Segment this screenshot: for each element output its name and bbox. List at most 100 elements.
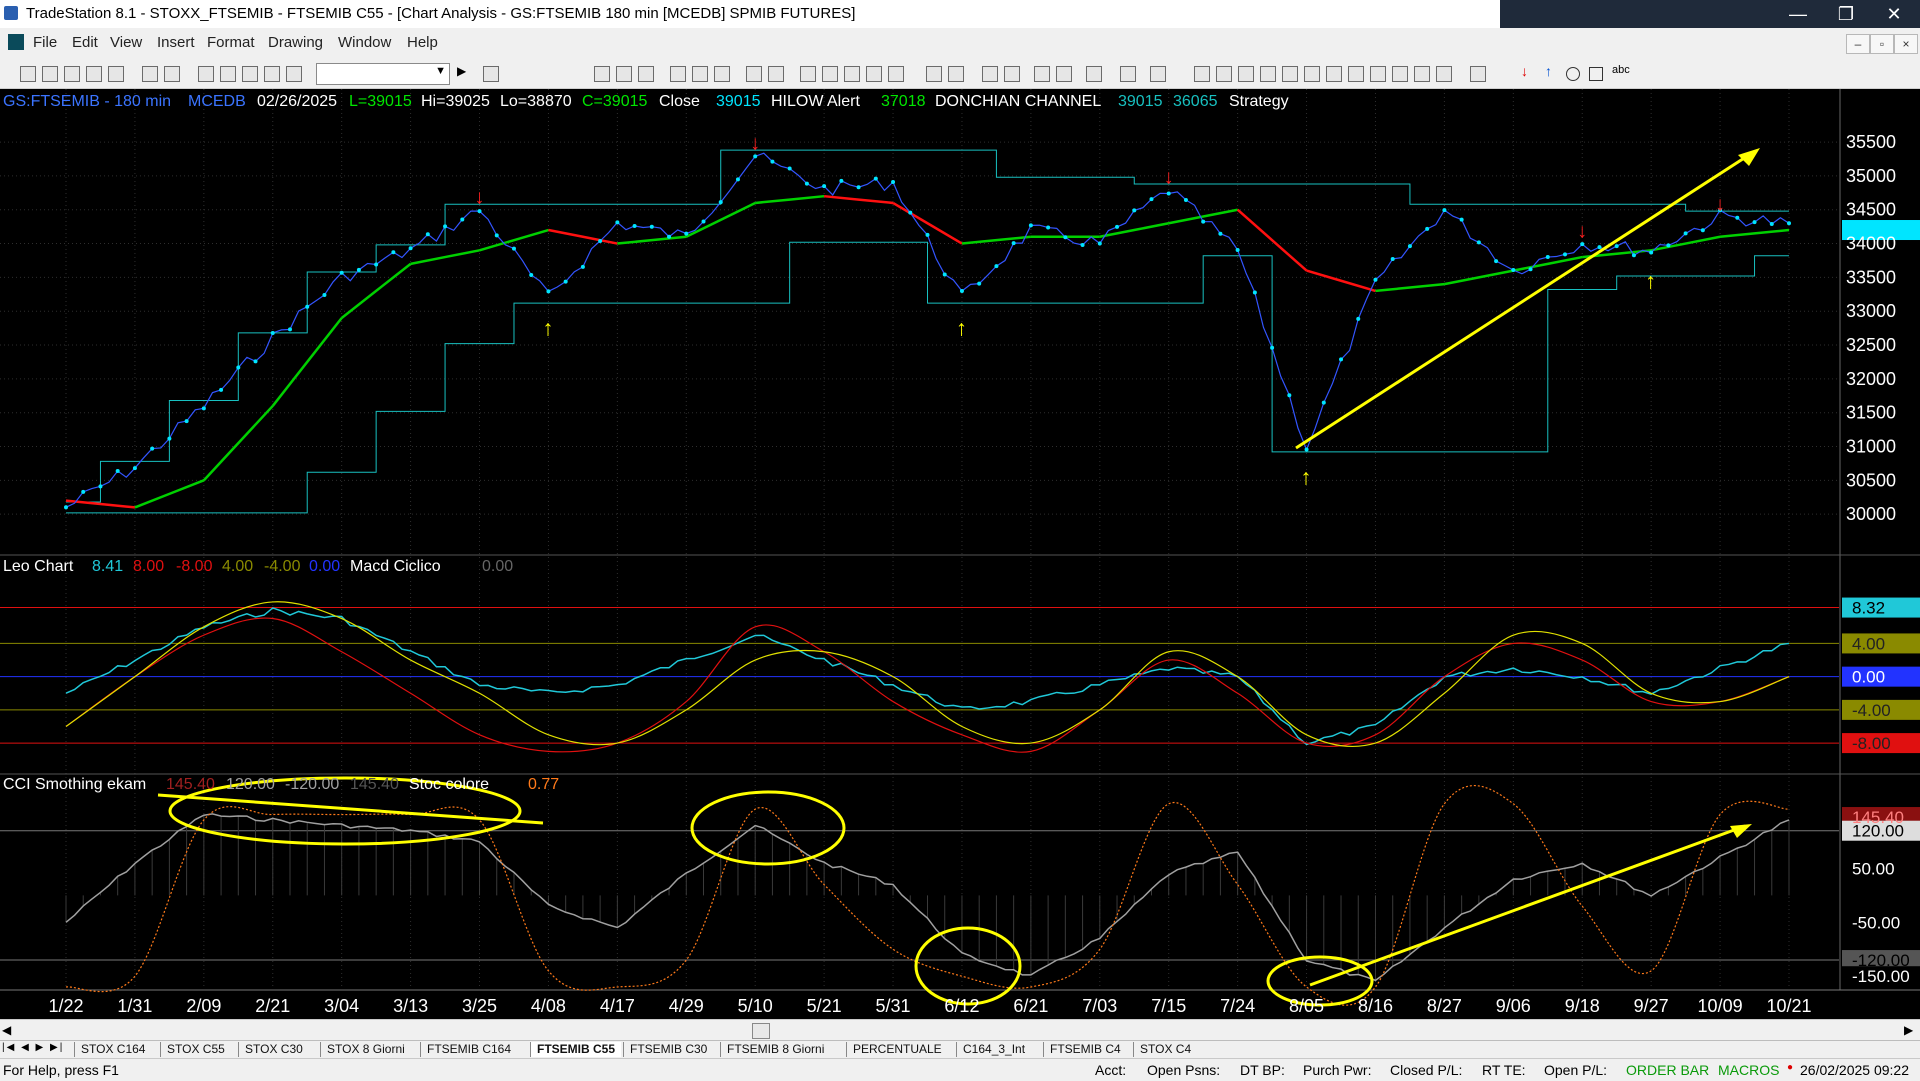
arrow-right-icon[interactable]: ▶ bbox=[457, 64, 466, 78]
hlines-icon[interactable] bbox=[1216, 66, 1232, 82]
hline-icon[interactable] bbox=[1392, 66, 1408, 82]
tab-percentuale[interactable]: PERCENTUALE bbox=[846, 1042, 948, 1057]
channel-icon[interactable] bbox=[1260, 66, 1276, 82]
menu-insert[interactable]: Insert bbox=[157, 34, 195, 51]
paste-icon[interactable] bbox=[86, 66, 102, 82]
lock-icon[interactable] bbox=[242, 66, 258, 82]
toolbar: ▼ ▶ ↓ ↑ abc bbox=[0, 58, 1920, 89]
arrow-up-blue-icon[interactable]: ↑ bbox=[1545, 63, 1552, 79]
menu-view[interactable]: View bbox=[110, 34, 142, 51]
tab-ftsemib-c55[interactable]: FTSEMIB C55 bbox=[530, 1042, 622, 1057]
scanner-icon[interactable] bbox=[866, 66, 882, 82]
rectangle-icon[interactable] bbox=[1589, 67, 1603, 81]
price-point bbox=[598, 238, 603, 243]
price-point bbox=[1304, 447, 1309, 452]
menu-window[interactable]: Window bbox=[338, 34, 391, 51]
hammer-icon[interactable] bbox=[1086, 66, 1102, 82]
pencil-icon[interactable] bbox=[1436, 66, 1452, 82]
fib-icon[interactable] bbox=[1238, 66, 1254, 82]
price-axis-label: 34000 bbox=[1846, 234, 1896, 254]
grid-icon[interactable] bbox=[1150, 66, 1166, 82]
arc-icon[interactable] bbox=[1414, 66, 1430, 82]
status-help: For Help, press F1 bbox=[3, 1062, 119, 1078]
price-point bbox=[494, 233, 499, 238]
mdi-close-button[interactable]: × bbox=[1894, 34, 1918, 54]
arrow-icon[interactable] bbox=[1470, 66, 1486, 82]
tab-stox-c30[interactable]: STOX C30 bbox=[238, 1042, 309, 1057]
find-icon[interactable] bbox=[483, 66, 499, 82]
window-icon[interactable] bbox=[198, 66, 214, 82]
minimize-button[interactable]: — bbox=[1776, 0, 1820, 28]
matrix-icon[interactable] bbox=[844, 66, 860, 82]
new-icon[interactable] bbox=[20, 66, 36, 82]
bars-icon[interactable] bbox=[746, 66, 762, 82]
indicator-icon[interactable] bbox=[692, 66, 708, 82]
tab-stox-c4[interactable]: STOX C4 bbox=[1133, 1042, 1197, 1057]
open-icon[interactable] bbox=[42, 66, 58, 82]
print-preview-icon[interactable] bbox=[164, 66, 180, 82]
scroll-left-arrow-icon[interactable]: ◀ bbox=[2, 1023, 11, 1037]
price-point bbox=[891, 180, 896, 185]
menu-drawing[interactable]: Drawing bbox=[268, 34, 323, 51]
tools-icon[interactable] bbox=[264, 66, 280, 82]
mdi-minimize-button[interactable]: – bbox=[1846, 34, 1870, 54]
scroll-left-icon[interactable] bbox=[926, 66, 942, 82]
tab-stox-8-giorni[interactable]: STOX 8 Giorni bbox=[320, 1042, 411, 1057]
format-icon[interactable] bbox=[638, 66, 654, 82]
chart-area[interactable]: ↑ ↑ ↑ ↑ ↓ ↓ ↓ ↓ ↓ GS:FTSEMIB - 180 min MCEDB 02/… bbox=[0, 89, 1920, 1019]
cross-icon[interactable] bbox=[1056, 66, 1072, 82]
text-tool[interactable]: abc bbox=[1612, 64, 1630, 76]
mdi-restore-button[interactable]: ▫ bbox=[1870, 34, 1894, 54]
price-point bbox=[1735, 215, 1740, 220]
menu-file[interactable]: File bbox=[33, 34, 57, 51]
status-order-bar[interactable]: ORDER BAR bbox=[1626, 1062, 1709, 1078]
menu-edit[interactable]: Edit bbox=[72, 34, 98, 51]
close-button[interactable]: ✕ bbox=[1872, 0, 1916, 28]
tab-nav-icons[interactable]: |◀ ◀ ▶ ▶| bbox=[2, 1042, 64, 1053]
window2-icon[interactable] bbox=[220, 66, 236, 82]
scroll-right-icon[interactable] bbox=[948, 66, 964, 82]
vline-icon[interactable] bbox=[1326, 66, 1342, 82]
price-point bbox=[959, 289, 964, 294]
scroll-thumb[interactable] bbox=[752, 1023, 770, 1039]
tab-stox-c164[interactable]: STOX C164 bbox=[74, 1042, 151, 1057]
pointer-icon[interactable] bbox=[1034, 66, 1050, 82]
speed-lines-icon[interactable] bbox=[1304, 66, 1320, 82]
menu-help[interactable]: Help bbox=[407, 34, 438, 51]
horizontal-scrollbar[interactable]: ◀ ▶ bbox=[0, 1019, 1920, 1041]
arrow-down-red-icon[interactable]: ↓ bbox=[1521, 63, 1528, 79]
status-macros[interactable]: MACROS bbox=[1718, 1062, 1779, 1078]
tab-ftsemib-8-giorni[interactable]: FTSEMIB 8 Giorni bbox=[720, 1042, 830, 1057]
zoom-out-icon[interactable] bbox=[1004, 66, 1020, 82]
price-point bbox=[1218, 231, 1223, 236]
trendline-icon[interactable] bbox=[1194, 66, 1210, 82]
tab-ftsemib-c4[interactable]: FTSEMIB C4 bbox=[1043, 1042, 1127, 1057]
insert-window-icon[interactable] bbox=[616, 66, 632, 82]
ellipse-icon[interactable] bbox=[1566, 67, 1580, 81]
insert-chart-icon[interactable] bbox=[594, 66, 610, 82]
candles-icon[interactable] bbox=[768, 66, 784, 82]
radar-icon[interactable] bbox=[822, 66, 838, 82]
symbol-combobox[interactable]: ▼ bbox=[316, 63, 450, 85]
print-icon[interactable] bbox=[142, 66, 158, 82]
folder-icon[interactable] bbox=[108, 66, 124, 82]
tab-stox-c55[interactable]: STOX C55 bbox=[160, 1042, 231, 1057]
data-icon[interactable] bbox=[800, 66, 816, 82]
zoom-in-icon[interactable] bbox=[982, 66, 998, 82]
tab-c164-3-int[interactable]: C164_3_Int bbox=[956, 1042, 1031, 1057]
price-point bbox=[167, 436, 172, 441]
parallel-icon[interactable] bbox=[1370, 66, 1386, 82]
scroll-right-arrow-icon[interactable]: ▶ bbox=[1904, 1023, 1913, 1037]
gann-icon[interactable] bbox=[1282, 66, 1298, 82]
copy-icon[interactable] bbox=[64, 66, 80, 82]
menu-format[interactable]: Format bbox=[207, 34, 255, 51]
maximize-button[interactable]: ❐ bbox=[1824, 0, 1868, 28]
strategy-icon[interactable] bbox=[714, 66, 730, 82]
options-icon[interactable] bbox=[888, 66, 904, 82]
wave-icon[interactable] bbox=[670, 66, 686, 82]
window-arrange-icon[interactable] bbox=[1120, 66, 1136, 82]
globe-icon[interactable] bbox=[286, 66, 302, 82]
tab-ftsemib-c164[interactable]: FTSEMIB C164 bbox=[420, 1042, 517, 1057]
tab-ftsemib-c30[interactable]: FTSEMIB C30 bbox=[623, 1042, 713, 1057]
angle-icon[interactable] bbox=[1348, 66, 1364, 82]
